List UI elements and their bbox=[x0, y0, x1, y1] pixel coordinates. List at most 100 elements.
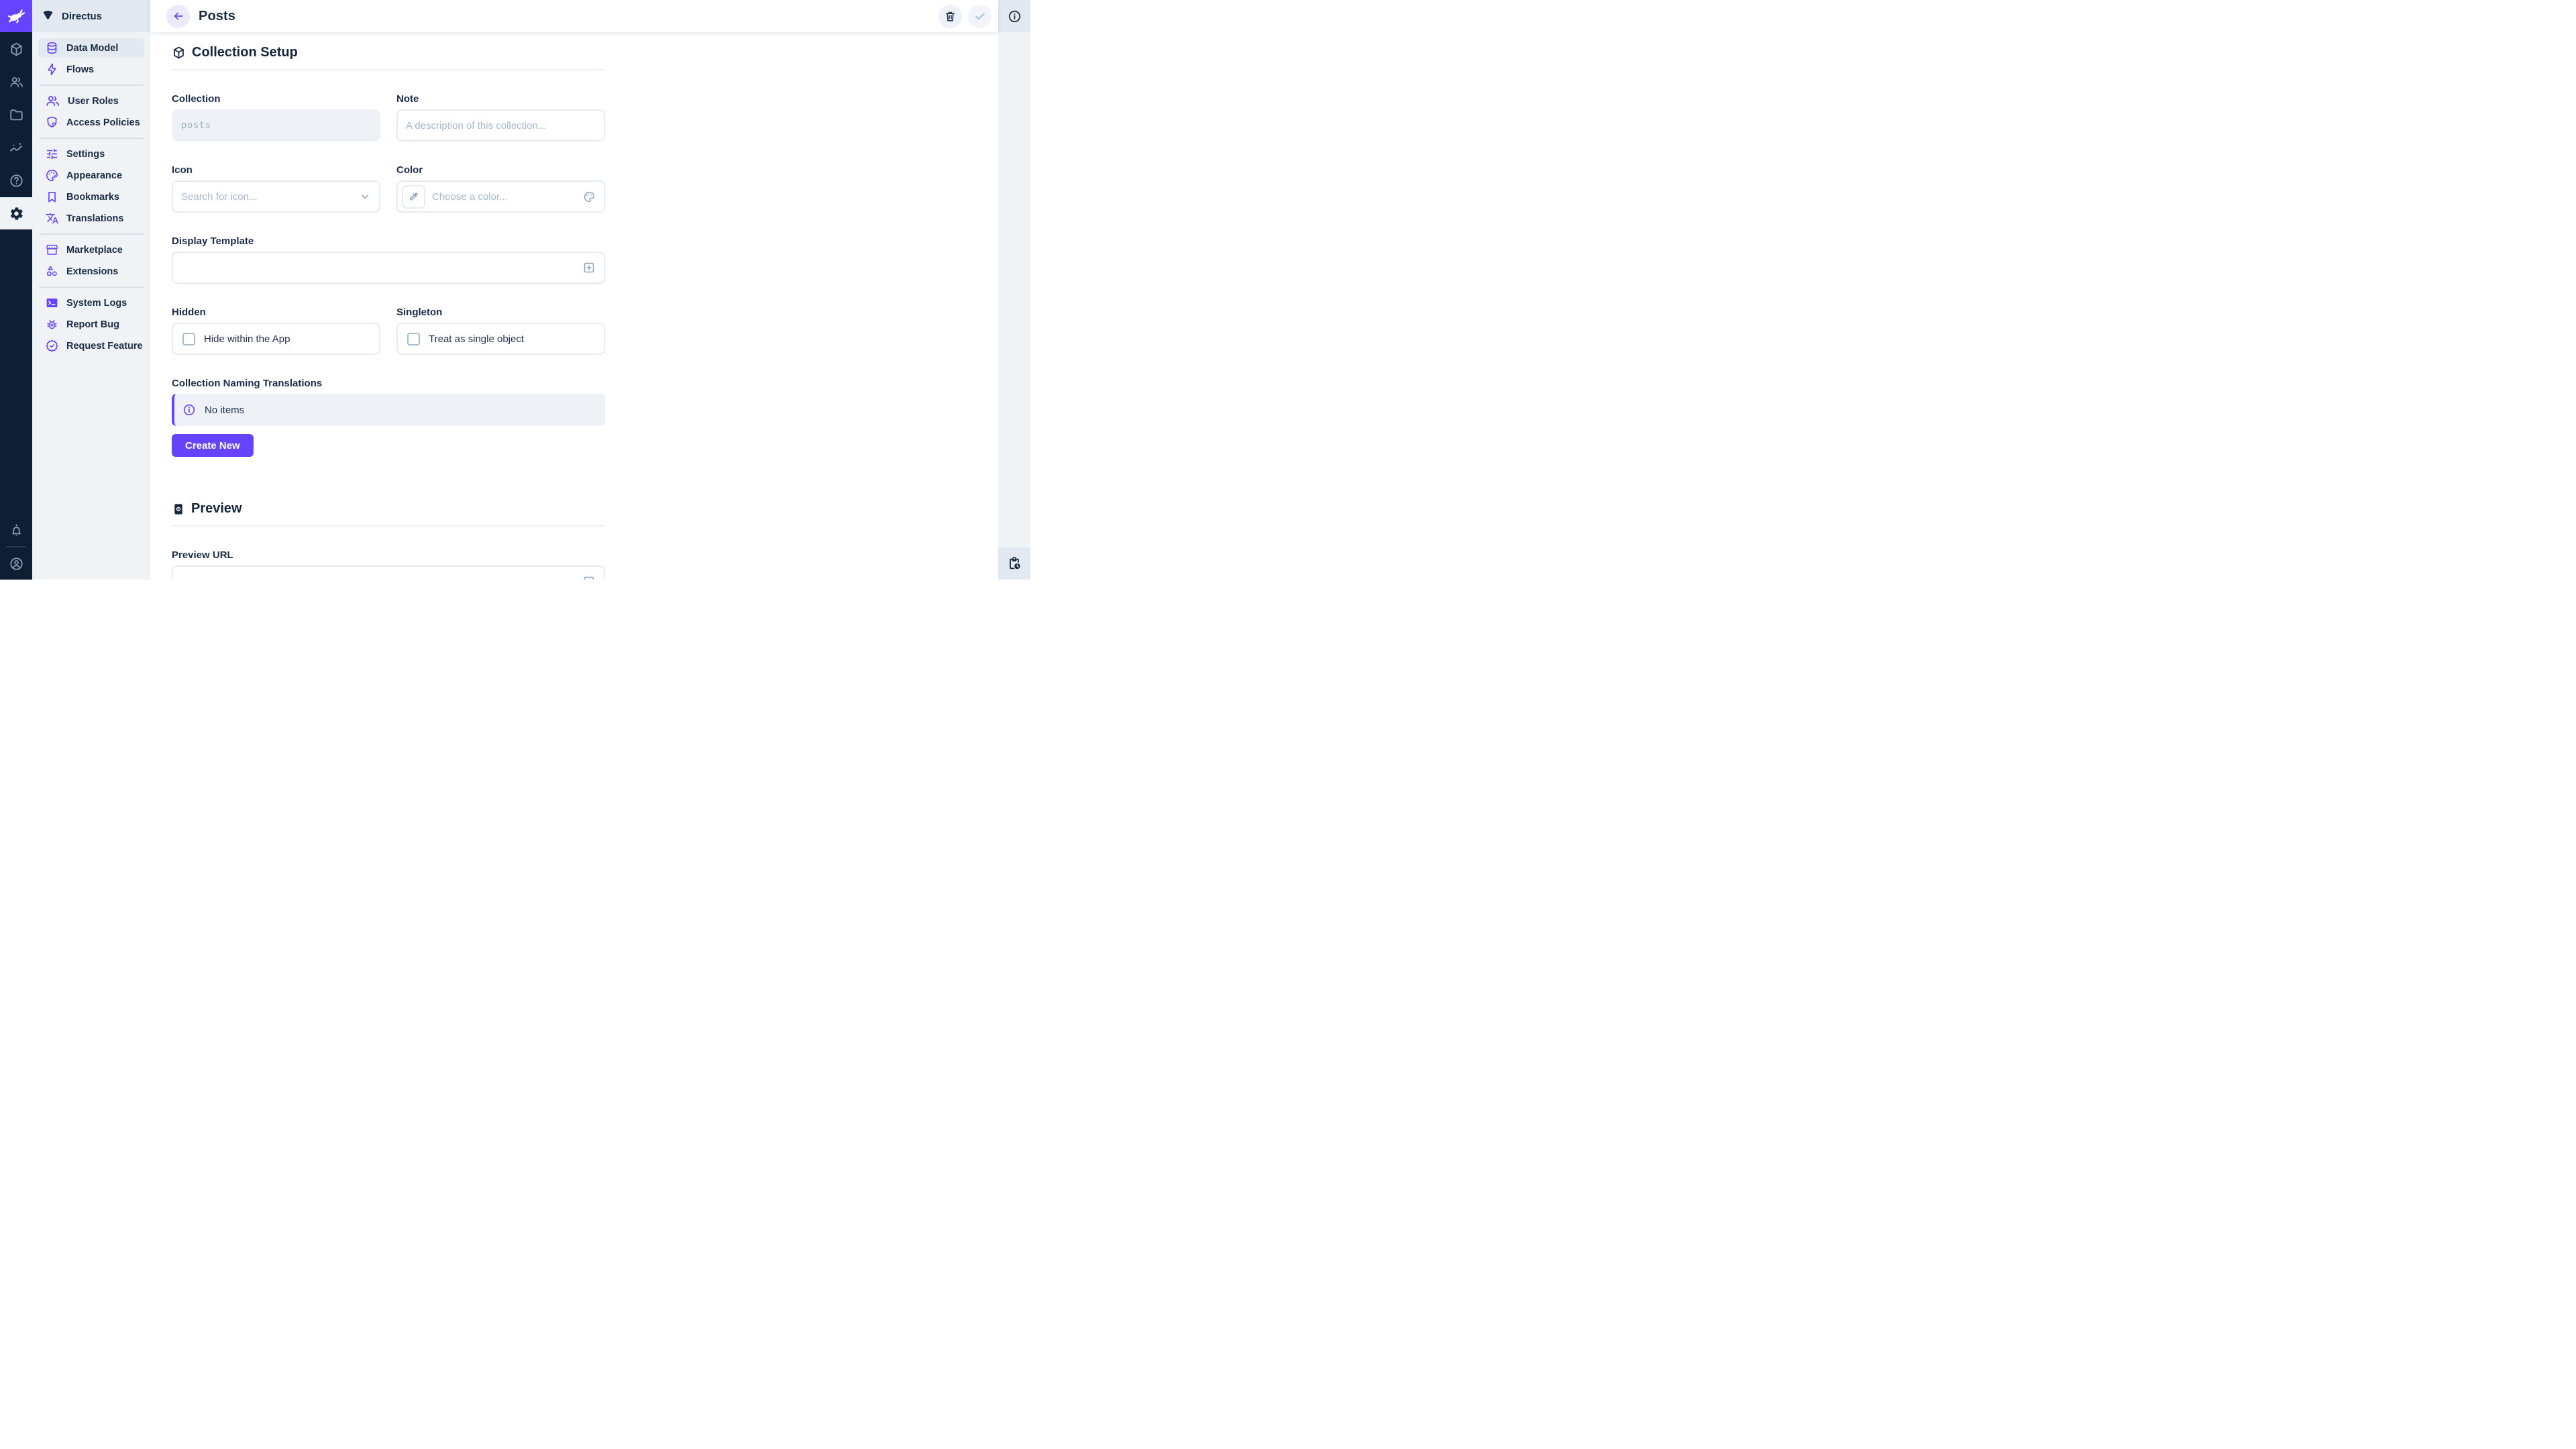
icon-search-input[interactable] bbox=[181, 191, 352, 203]
singleton-checkbox[interactable] bbox=[407, 333, 420, 345]
module-item-files[interactable] bbox=[0, 99, 32, 131]
box-icon bbox=[172, 46, 186, 60]
sidebar-item-system-logs[interactable]: System Logs bbox=[38, 293, 144, 313]
sidebar-divider bbox=[39, 233, 144, 235]
module-item-settings[interactable] bbox=[0, 197, 32, 229]
bolt-icon bbox=[45, 62, 59, 76]
sidebar-divider bbox=[39, 286, 144, 288]
storefront-icon bbox=[45, 243, 59, 257]
field-naming-translations: Collection Naming Translations No items … bbox=[172, 378, 605, 457]
singleton-checkbox-wrap: Treat as single object bbox=[396, 323, 605, 355]
sidebar-item-label: Marketplace bbox=[66, 245, 123, 256]
project-header[interactable]: Directus bbox=[32, 0, 150, 32]
add-field-icon[interactable] bbox=[582, 261, 596, 274]
module-item-content[interactable] bbox=[0, 33, 32, 65]
app: Directus Data Model Flows User Roles Access… bbox=[0, 0, 1030, 580]
module-item-users[interactable] bbox=[0, 66, 32, 98]
module-bar bbox=[0, 0, 32, 580]
module-item-notifications[interactable] bbox=[0, 514, 32, 546]
field-icon: Icon bbox=[172, 164, 380, 213]
sidebar-item-label: Bookmarks bbox=[66, 192, 119, 203]
sidebar-nav: Data Model Flows User Roles Access Policies… bbox=[32, 32, 150, 358]
add-field-icon[interactable] bbox=[582, 575, 596, 580]
sidebar-item-request-feature[interactable]: Request Feature bbox=[38, 336, 144, 356]
no-items-text: No items bbox=[205, 405, 244, 416]
color-input[interactable] bbox=[432, 191, 576, 203]
palette-icon[interactable] bbox=[583, 191, 596, 203]
preview-url-label: Preview URL bbox=[172, 549, 605, 561]
field-note: Note bbox=[396, 93, 605, 142]
sidebar-item-extensions[interactable]: Extensions bbox=[38, 262, 144, 281]
icon-label: Icon bbox=[172, 164, 380, 176]
singleton-option-label: Treat as single object bbox=[429, 333, 524, 345]
note-input-wrap bbox=[396, 109, 605, 142]
field-collection: Collection bbox=[172, 93, 380, 142]
note-label: Note bbox=[396, 93, 605, 105]
revisions-sidebar-button[interactable] bbox=[998, 547, 1030, 580]
shield-person-icon bbox=[45, 115, 59, 129]
sidebar-item-marketplace[interactable]: Marketplace bbox=[38, 240, 144, 260]
color-input-wrap bbox=[396, 180, 605, 213]
sidebar-item-label: Data Model bbox=[66, 43, 118, 54]
sidebar-item-settings[interactable]: Settings bbox=[38, 144, 144, 164]
preview-url-text[interactable] bbox=[181, 576, 576, 580]
back-button[interactable] bbox=[166, 5, 190, 28]
field-preview-url: Preview URL bbox=[172, 549, 605, 580]
naming-translations-label: Collection Naming Translations bbox=[172, 378, 605, 389]
bell-icon bbox=[9, 523, 24, 538]
hidden-checkbox[interactable] bbox=[182, 333, 195, 345]
sidebar-item-label: Extensions bbox=[66, 266, 118, 277]
save-button[interactable] bbox=[968, 5, 991, 28]
settings-sidebar: Directus Data Model Flows User Roles Access… bbox=[32, 0, 150, 580]
field-singleton: Singleton Treat as single object bbox=[396, 307, 605, 355]
chevron-down-icon[interactable] bbox=[359, 191, 371, 203]
check-icon bbox=[973, 9, 987, 23]
sidebar-item-flows[interactable]: Flows bbox=[38, 60, 144, 79]
insights-icon bbox=[9, 140, 24, 156]
collection-input bbox=[181, 120, 371, 131]
module-item-insights[interactable] bbox=[0, 131, 32, 164]
sidebar-item-label: Report Bug bbox=[66, 319, 119, 330]
page-content: Collection Setup Collection Note bbox=[150, 32, 998, 580]
rabbit-icon bbox=[5, 5, 28, 28]
eyedropper-icon bbox=[408, 191, 419, 203]
module-item-account[interactable] bbox=[0, 547, 32, 580]
module-item-help[interactable] bbox=[0, 164, 32, 197]
sidebar-item-label: Request Feature bbox=[66, 341, 143, 352]
sidebar-item-label: Access Policies bbox=[66, 117, 140, 128]
directus-rabbit-logo[interactable] bbox=[0, 0, 32, 32]
create-new-button[interactable]: Create New bbox=[172, 434, 254, 457]
header-actions bbox=[938, 5, 991, 28]
preview-url-input[interactable] bbox=[172, 566, 605, 580]
extensions-icon bbox=[45, 264, 59, 278]
sidebar-item-translations[interactable]: Translations bbox=[38, 209, 144, 228]
display-template-text[interactable] bbox=[181, 262, 576, 274]
sidebar-item-access-policies[interactable]: Access Policies bbox=[38, 113, 144, 132]
badge-check-icon bbox=[45, 339, 59, 353]
sidebar-item-user-roles[interactable]: User Roles bbox=[38, 91, 144, 111]
icon-select[interactable] bbox=[172, 180, 380, 213]
terminal-icon bbox=[45, 296, 59, 310]
sidebar-divider bbox=[39, 138, 144, 139]
sidebar-divider bbox=[39, 85, 144, 86]
display-template-input[interactable] bbox=[172, 252, 605, 284]
eyedropper-button[interactable] bbox=[402, 185, 425, 209]
note-input[interactable] bbox=[406, 120, 596, 131]
delete-button[interactable] bbox=[938, 5, 962, 28]
sidebar-item-data-model[interactable]: Data Model bbox=[38, 38, 144, 58]
divider bbox=[172, 525, 605, 527]
people-icon bbox=[45, 93, 60, 109]
sidebar-item-bookmarks[interactable]: Bookmarks bbox=[38, 187, 144, 207]
sidebar-item-label: User Roles bbox=[68, 96, 119, 107]
singleton-label: Singleton bbox=[396, 307, 605, 318]
sidebar-item-label: Appearance bbox=[66, 170, 122, 181]
field-color: Color bbox=[396, 164, 605, 213]
sidebar-item-report-bug[interactable]: Report Bug bbox=[38, 315, 144, 334]
display-template-label: Display Template bbox=[172, 235, 605, 247]
project-name: Directus bbox=[62, 11, 102, 22]
clipboard-clock-icon bbox=[1007, 556, 1022, 571]
section-title: Collection Setup bbox=[192, 45, 298, 60]
sidebar-item-appearance[interactable]: Appearance bbox=[38, 166, 144, 185]
info-sidebar-button[interactable] bbox=[998, 0, 1030, 32]
bookmark-icon bbox=[45, 190, 59, 204]
